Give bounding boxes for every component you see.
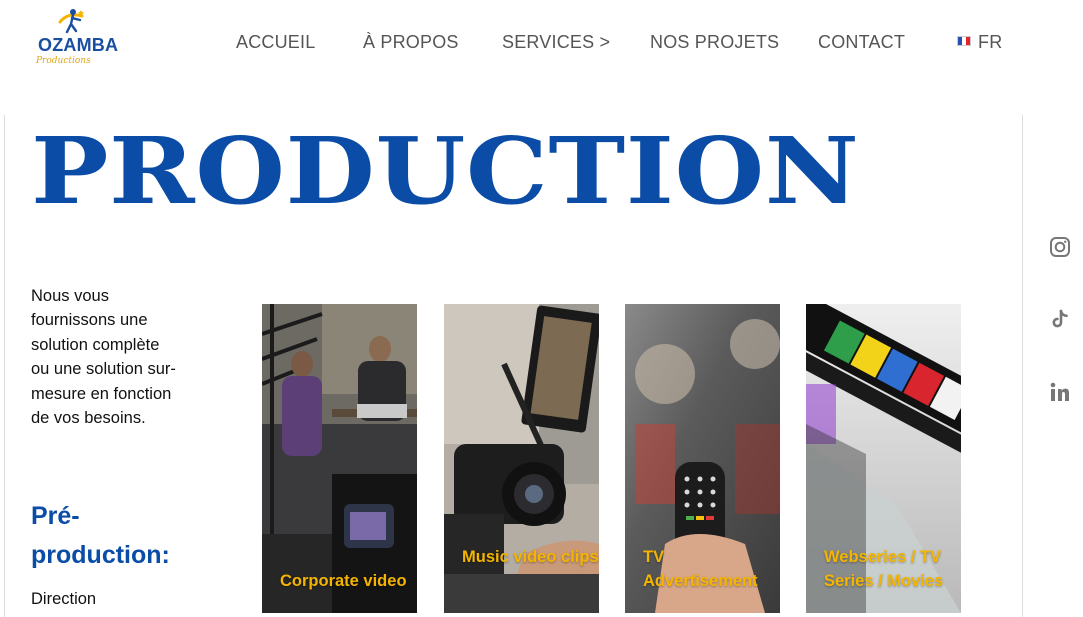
nav-item-accueil[interactable]: ACCUEIL [236, 32, 315, 53]
intro-text: Nous vous fournissons une solution compl… [31, 287, 176, 428]
language-label: FR [978, 32, 1003, 52]
linkedin-link[interactable] [1049, 381, 1071, 403]
card-label: Webseries / TV Series / Movies [824, 548, 944, 590]
dancer-star-logo-icon [58, 9, 84, 34]
brand-logo[interactable]: OZAMBA Productions [34, 8, 118, 76]
instagram-link[interactable] [1049, 236, 1071, 258]
card-label: Corporate video [280, 572, 407, 590]
brand-tagline: Productions [36, 56, 91, 66]
tiktok-icon [1052, 309, 1068, 328]
nav-item-nos-projets[interactable]: NOS PROJETS [650, 32, 779, 53]
corporate-video-photo [262, 304, 417, 613]
nav-item-contact[interactable]: CONTACT [818, 32, 905, 53]
section-heading: Pré-production: [31, 502, 170, 569]
card-label: TV Advertisement [643, 548, 758, 590]
card-webseries-tv-series-movies[interactable]: Webseries / TV Series / Movies [806, 304, 961, 613]
nav-item-services[interactable]: SERVICES > [502, 32, 610, 53]
brand-name: OZAMBA [38, 35, 119, 55]
linkedin-icon [1050, 382, 1069, 401]
service-item-direction: Direction [31, 590, 97, 608]
card-music-video-clips[interactable]: Music video clips [444, 304, 599, 613]
nav-item-a-propos[interactable]: À PROPOS [363, 32, 459, 53]
page-title: PRODUCTION [31, 117, 860, 225]
instagram-icon [1050, 237, 1070, 257]
card-corporate-video[interactable]: Corporate video [262, 304, 417, 613]
site-header: OZAMBA Productions ACCUEIL À PROPOS SERV… [0, 0, 1083, 115]
card-label: Music video clips [462, 548, 599, 566]
card-tv-advertisement[interactable]: TV Advertisement [625, 304, 780, 613]
french-flag-icon [957, 36, 971, 47]
tiktok-link[interactable] [1049, 308, 1071, 330]
language-switcher[interactable]: FR [957, 32, 1002, 53]
